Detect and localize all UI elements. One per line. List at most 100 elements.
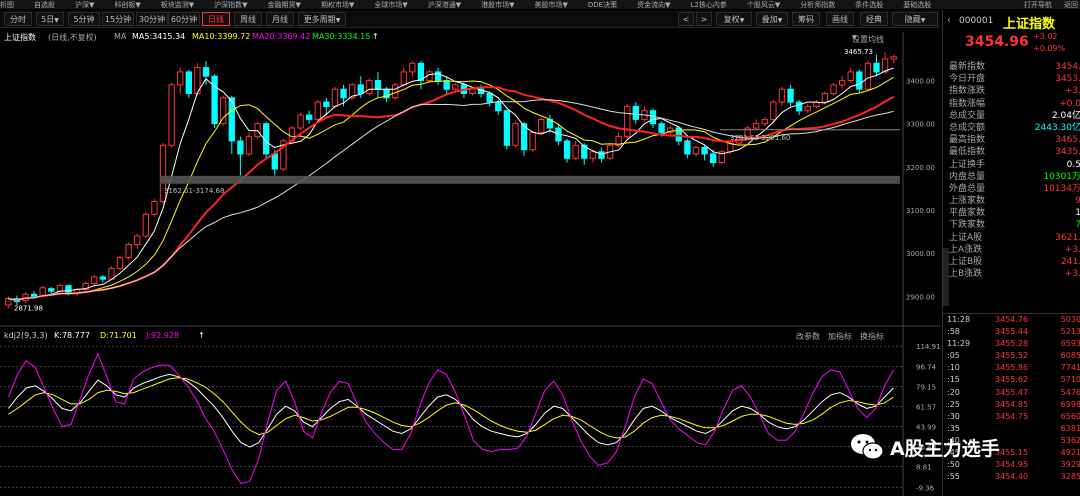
tick-volume: 6560 bbox=[1060, 411, 1080, 421]
top-menu-item[interactable]: 打开导航 bbox=[1024, 0, 1052, 9]
top-menu-item[interactable]: DDE决策 bbox=[588, 0, 617, 9]
switch-indicator-button[interactable]: 换指标 bbox=[860, 331, 884, 342]
tab-5day[interactable]: 5日▼ bbox=[36, 12, 64, 26]
top-menu-item[interactable]: 港股市场▼ bbox=[481, 0, 514, 9]
candle-body bbox=[787, 88, 794, 103]
stats-row: 上涨家数 9 bbox=[943, 195, 1080, 207]
tab-30min[interactable]: 30分钟 bbox=[136, 12, 168, 26]
candle-body bbox=[624, 105, 631, 138]
top-menu-item[interactable]: 析图 bbox=[0, 0, 14, 9]
tick-price: 3454.95 bbox=[995, 460, 1029, 470]
tick-time: :20 bbox=[947, 387, 960, 397]
top-menu-item[interactable]: 分析师指数 bbox=[800, 0, 835, 9]
add-indicator-button[interactable]: 加指标 bbox=[828, 331, 852, 342]
tick-price: 3455.62 bbox=[995, 375, 1029, 385]
top-menu-item[interactable]: 沪深港通▼ bbox=[428, 0, 461, 9]
tick-row: :05 3455.52 6085 bbox=[943, 350, 1080, 362]
candle-body bbox=[168, 84, 175, 146]
stats-value: 3453. bbox=[1055, 74, 1080, 85]
stats-value: 3621. bbox=[1055, 232, 1080, 243]
tab-5day-label: 5日 bbox=[41, 15, 55, 24]
candle-body bbox=[331, 88, 339, 107]
stats-label: 最高指数 bbox=[949, 135, 986, 146]
restore-rights-button[interactable]: 复权▼ bbox=[716, 12, 752, 26]
candle-body bbox=[830, 84, 837, 94]
top-menu-item[interactable]: 返回 bbox=[1064, 0, 1078, 9]
tick-row: :10 3455.86 7741 bbox=[943, 362, 1080, 374]
panel-scrollbar[interactable] bbox=[943, 248, 949, 306]
candle-body bbox=[185, 71, 192, 94]
prev-button[interactable]: < bbox=[678, 12, 694, 26]
tab-5min[interactable]: 5分钟 bbox=[68, 12, 100, 26]
tab-more-periods[interactable]: 更多周期▼ bbox=[298, 12, 346, 26]
next-button[interactable]: > bbox=[696, 12, 712, 26]
candle-body bbox=[589, 151, 597, 159]
candle-body bbox=[486, 92, 493, 103]
tab-monthly[interactable]: 月线 bbox=[266, 12, 294, 26]
top-menu-item[interactable]: 沪深指数▼ bbox=[214, 0, 247, 9]
tab-60min[interactable]: 60分钟 bbox=[168, 12, 200, 26]
watermark: A股主力选手 bbox=[848, 430, 1000, 466]
tab-intraday[interactable]: 分时 bbox=[4, 12, 32, 26]
candle-body bbox=[99, 276, 107, 280]
candle-body bbox=[761, 118, 768, 125]
candle-body bbox=[116, 257, 124, 269]
hide-button[interactable]: 隐藏▼ bbox=[892, 12, 938, 26]
watermark-text: A股主力选手 bbox=[890, 438, 1000, 460]
tab-15min[interactable]: 15分钟 bbox=[102, 12, 134, 26]
top-menu-item[interactable]: 资金流向▼ bbox=[637, 0, 670, 9]
price-change: +3.02 bbox=[1033, 32, 1058, 41]
top-menu-item[interactable]: 金融期货▼ bbox=[268, 0, 301, 9]
kdj-j-value: J:92.928 bbox=[146, 331, 180, 340]
tab-daily[interactable]: 日线 bbox=[202, 12, 230, 26]
chevron-down-icon: ▼ bbox=[920, 17, 926, 24]
tick-row: :15 3455.62 5710 bbox=[943, 374, 1080, 386]
tick-volume: 5030 bbox=[1060, 315, 1080, 324]
chevron-left-icon[interactable]: ‹ bbox=[947, 15, 951, 26]
change-params-button[interactable]: 改参数 bbox=[796, 331, 820, 342]
top-menu-item[interactable]: 科创板▼ bbox=[114, 0, 140, 9]
stats-value: 0.5 bbox=[1066, 159, 1080, 170]
stats-value: 1 bbox=[1075, 208, 1080, 219]
classic-button[interactable]: 经典 bbox=[860, 12, 888, 26]
chips-button[interactable]: 筹码 bbox=[792, 12, 820, 26]
stats-row: 上B涨跌 +3. bbox=[943, 268, 1080, 280]
support-band bbox=[160, 175, 900, 184]
top-menu-item[interactable]: 板块监测▼ bbox=[161, 0, 194, 9]
candle-body bbox=[151, 200, 158, 215]
top-menu-item[interactable]: 个股风云▼ bbox=[747, 0, 780, 9]
top-menu-item[interactable]: 自选股 bbox=[34, 0, 55, 9]
top-menu-item[interactable]: 基础选股 bbox=[903, 0, 931, 9]
top-menu-item[interactable]: 沪深▼ bbox=[75, 0, 94, 9]
top-menu-item[interactable]: 美股市场▼ bbox=[535, 0, 568, 9]
stats-label: 总成交量 bbox=[949, 110, 986, 121]
kline-chart[interactable]: 3400.00 3300.00 3200.00 3100.00 3000.00 2900.… bbox=[0, 28, 940, 496]
stats-row: 上证A股 3621. bbox=[943, 232, 1080, 244]
tick-row: :58 3455.44 5213 bbox=[943, 326, 1080, 338]
overlay-button[interactable]: 叠加▼ bbox=[756, 12, 788, 26]
draw-line-button[interactable]: 画线 bbox=[826, 12, 854, 26]
tick-volume: 5213 bbox=[1060, 327, 1080, 337]
tick-price: 3455.44 bbox=[995, 327, 1029, 337]
top-menu-item[interactable]: 期权市场▼ bbox=[321, 0, 354, 9]
candle-body bbox=[56, 285, 64, 292]
candle-body bbox=[125, 244, 132, 259]
tick-time: :30 bbox=[947, 411, 960, 421]
stats-row: 总成交额 2443.30亿 bbox=[943, 122, 1080, 134]
y-tick-label: 3100.00 bbox=[906, 207, 935, 215]
kdj-y-tick-label: 79.15 bbox=[916, 384, 936, 392]
tick-time: :25 bbox=[947, 399, 960, 409]
top-menu-item[interactable]: 全球市场▼ bbox=[374, 0, 407, 9]
candle-body bbox=[632, 105, 639, 120]
candle-body bbox=[211, 75, 218, 125]
stats-row: 平盘家数 1 bbox=[943, 207, 1080, 219]
hide-label: 隐藏 bbox=[904, 15, 921, 24]
candle-body bbox=[323, 101, 330, 107]
tab-weekly[interactable]: 周线 bbox=[234, 12, 262, 26]
top-menu-item[interactable]: L2核心内参 bbox=[691, 0, 727, 9]
top-menu-item[interactable]: 条件选股 bbox=[855, 0, 883, 9]
stats-label: 指数涨跌 bbox=[949, 86, 986, 97]
candle-body bbox=[563, 140, 571, 159]
candle-body bbox=[856, 71, 863, 90]
tick-row: :25 3454.85 6998 bbox=[943, 399, 1080, 411]
